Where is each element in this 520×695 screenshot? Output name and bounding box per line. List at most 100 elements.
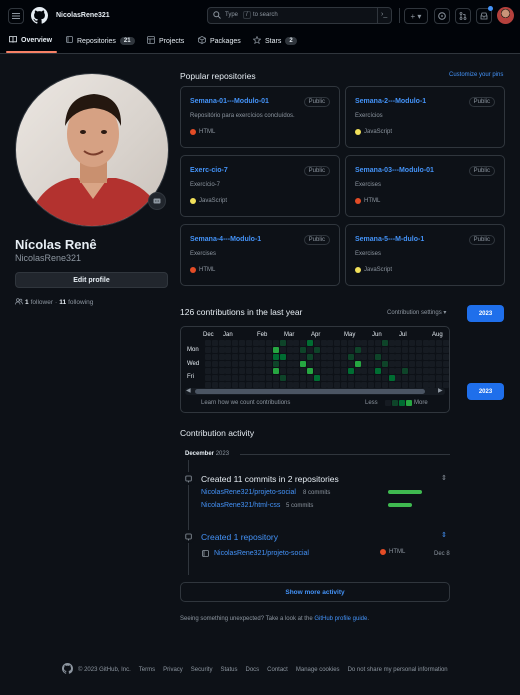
tab-projects[interactable]: Projects: [147, 36, 184, 46]
contribution-day-cell[interactable]: [409, 368, 415, 374]
footer-link[interactable]: Privacy: [163, 667, 183, 673]
contribution-day-cell[interactable]: [259, 347, 266, 353]
contribution-day-cell[interactable]: [218, 354, 225, 360]
contribution-day-cell[interactable]: [388, 354, 395, 360]
contribution-day-cell[interactable]: [273, 347, 279, 353]
contribution-day-cell[interactable]: [402, 375, 409, 381]
contribution-day-cell[interactable]: [232, 375, 239, 381]
contribution-day-cell[interactable]: [232, 340, 239, 346]
contribution-day-cell[interactable]: [259, 361, 266, 367]
contribution-day-cell[interactable]: [347, 368, 354, 374]
contribution-day-cell[interactable]: [415, 375, 422, 381]
contribution-day-cell[interactable]: [381, 347, 388, 353]
contribution-day-cell[interactable]: [327, 340, 334, 346]
footer-link[interactable]: Do not share my personal information: [348, 667, 448, 673]
contribution-day-cell[interactable]: [395, 354, 402, 360]
contribution-day-cell[interactable]: [361, 347, 368, 353]
contribution-day-cell[interactable]: [347, 375, 354, 381]
contribution-day-cell[interactable]: [429, 340, 436, 346]
contribution-day-cell[interactable]: [409, 347, 415, 353]
contribution-day-cell[interactable]: [266, 361, 273, 367]
contribution-day-cell[interactable]: [395, 340, 402, 346]
repo-name-link[interactable]: Exerc-cio-7: [190, 167, 228, 174]
contribution-day-cell[interactable]: [327, 361, 334, 367]
contribution-day-cell[interactable]: [205, 368, 211, 374]
contribution-day-cell[interactable]: [436, 340, 443, 346]
repo-name-link[interactable]: Semana-2---Modulo-1: [355, 98, 426, 105]
footer-link[interactable]: Terms: [139, 667, 155, 673]
contribution-day-cell[interactable]: [429, 368, 436, 374]
contribution-day-cell[interactable]: [436, 375, 443, 381]
contribution-day-cell[interactable]: [443, 340, 449, 346]
contribution-day-cell[interactable]: [307, 340, 313, 346]
contribution-day-cell[interactable]: [375, 361, 381, 367]
contribution-day-cell[interactable]: [273, 375, 279, 381]
created-repository-summary[interactable]: Created 1 repository: [201, 532, 278, 542]
contribution-day-cell[interactable]: [266, 368, 273, 374]
contribution-day-cell[interactable]: [422, 340, 429, 346]
contribution-day-cell[interactable]: [361, 361, 368, 367]
contribution-day-cell[interactable]: [218, 340, 225, 346]
contribution-day-cell[interactable]: [334, 340, 341, 346]
contribution-day-cell[interactable]: [409, 361, 415, 367]
profile-guide-link[interactable]: GitHub profile guide: [314, 616, 367, 622]
contribution-day-cell[interactable]: [415, 354, 422, 360]
contribution-day-cell[interactable]: [347, 361, 354, 367]
contribution-day-cell[interactable]: [273, 354, 279, 360]
contribution-day-cell[interactable]: [293, 347, 300, 353]
contribution-day-cell[interactable]: [375, 354, 381, 360]
contribution-day-cell[interactable]: [279, 347, 286, 353]
contribution-day-cell[interactable]: [313, 340, 320, 346]
repo-name-link[interactable]: Semana-4---Modulo-1: [190, 236, 261, 243]
contribution-day-cell[interactable]: [327, 354, 334, 360]
contribution-day-cell[interactable]: [395, 361, 402, 367]
contribution-day-cell[interactable]: [375, 375, 381, 381]
contribution-day-cell[interactable]: [341, 347, 347, 353]
contribution-day-cell[interactable]: [211, 375, 218, 381]
graph-scrollbar[interactable]: ◀ ▶: [185, 388, 445, 395]
contribution-day-cell[interactable]: [286, 347, 293, 353]
issues-icon[interactable]: [434, 8, 450, 24]
contribution-day-cell[interactable]: [341, 361, 347, 367]
learn-contributions-link[interactable]: Learn how we count contributions: [201, 400, 290, 406]
contribution-day-cell[interactable]: [286, 368, 293, 374]
contribution-day-cell[interactable]: [402, 354, 409, 360]
contribution-day-cell[interactable]: [205, 347, 211, 353]
contribution-day-cell[interactable]: [239, 368, 245, 374]
scroll-right-icon[interactable]: ▶: [438, 387, 443, 394]
contribution-day-cell[interactable]: [313, 347, 320, 353]
contribution-day-cell[interactable]: [429, 354, 436, 360]
contribution-day-cell[interactable]: [286, 375, 293, 381]
contribution-day-cell[interactable]: [259, 340, 266, 346]
contribution-day-cell[interactable]: [422, 375, 429, 381]
tab-packages[interactable]: Packages: [198, 36, 241, 46]
contribution-day-cell[interactable]: [307, 361, 313, 367]
contribution-day-cell[interactable]: [218, 361, 225, 367]
contribution-day-cell[interactable]: [205, 375, 211, 381]
contribution-day-cell[interactable]: [225, 354, 232, 360]
contribution-day-cell[interactable]: [409, 354, 415, 360]
contribution-day-cell[interactable]: [368, 361, 375, 367]
repo-name-link[interactable]: Semana-03---Modulo-01: [355, 167, 434, 174]
contribution-day-cell[interactable]: [388, 361, 395, 367]
contribution-day-cell[interactable]: [429, 375, 436, 381]
hamburger-menu-icon[interactable]: [8, 8, 24, 24]
contribution-day-cell[interactable]: [341, 354, 347, 360]
contribution-day-cell[interactable]: [388, 375, 395, 381]
contribution-day-cell[interactable]: [320, 354, 327, 360]
contribution-day-cell[interactable]: [286, 354, 293, 360]
contribution-day-cell[interactable]: [225, 375, 232, 381]
contribution-day-cell[interactable]: [409, 340, 415, 346]
contribution-day-cell[interactable]: [232, 361, 239, 367]
contribution-day-cell[interactable]: [211, 361, 218, 367]
contribution-day-cell[interactable]: [388, 347, 395, 353]
contribution-day-cell[interactable]: [205, 340, 211, 346]
contribution-day-cell[interactable]: [381, 368, 388, 374]
contribution-day-cell[interactable]: [307, 354, 313, 360]
contribution-day-cell[interactable]: [409, 375, 415, 381]
contribution-day-cell[interactable]: [415, 340, 422, 346]
contribution-day-cell[interactable]: [218, 368, 225, 374]
contribution-day-cell[interactable]: [273, 340, 279, 346]
contribution-day-cell[interactable]: [252, 375, 259, 381]
contribution-day-cell[interactable]: [436, 361, 443, 367]
